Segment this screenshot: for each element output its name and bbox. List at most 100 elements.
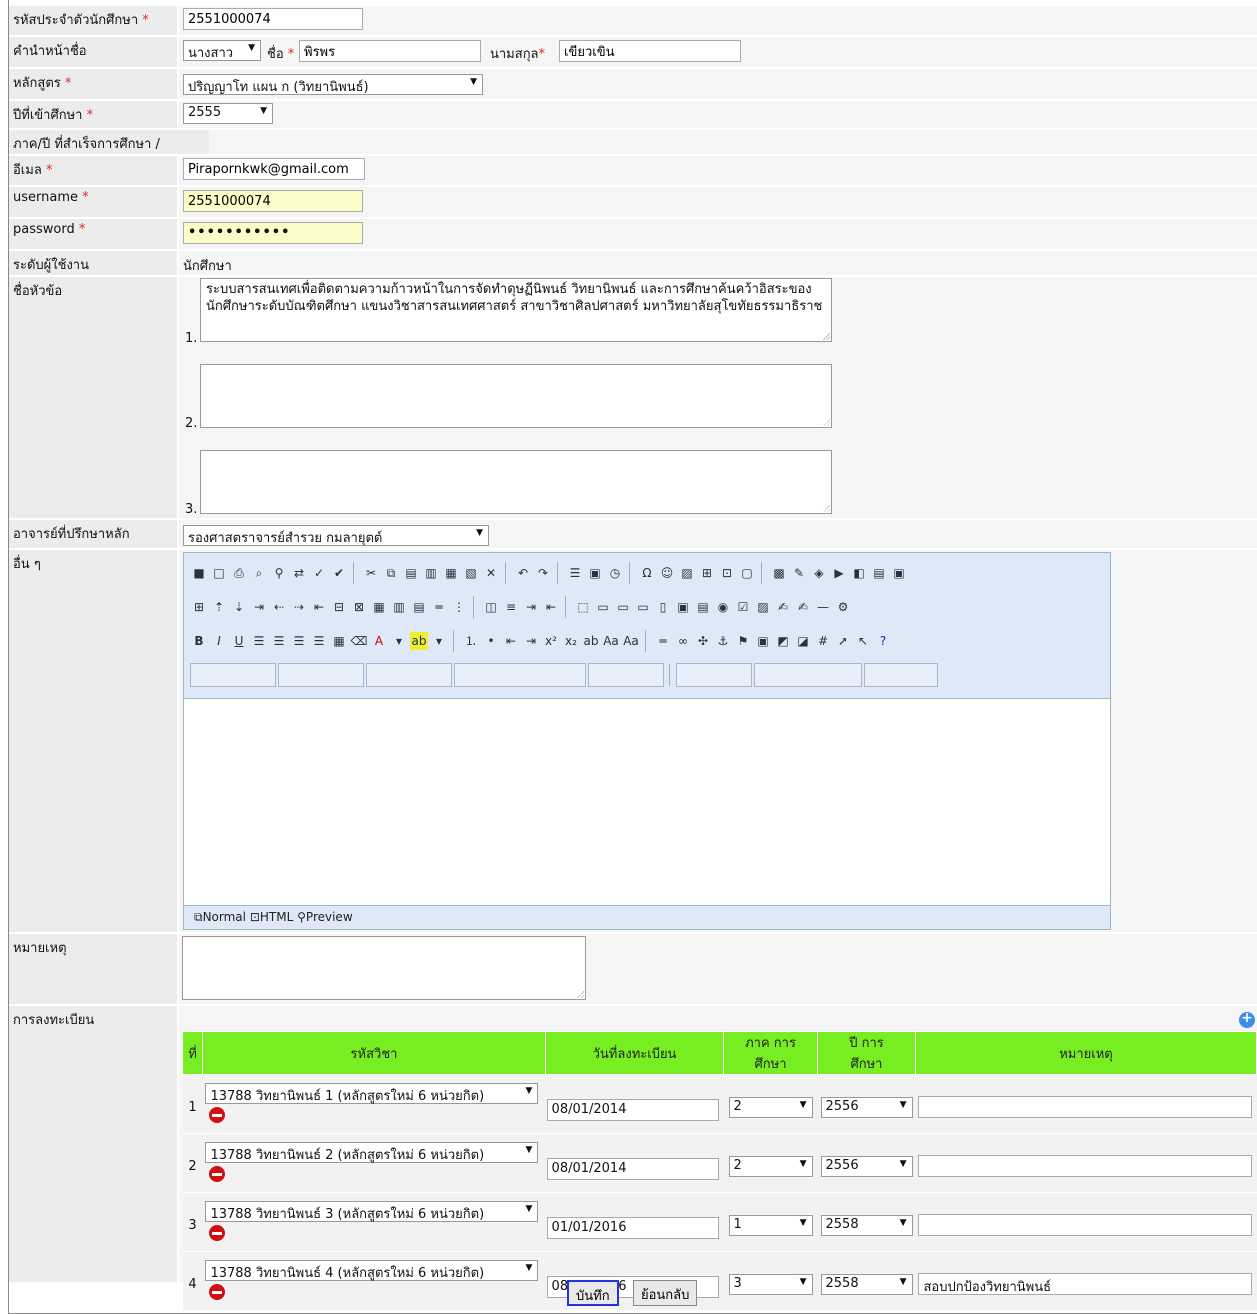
zoom-dropdown[interactable] xyxy=(588,663,664,687)
reg-note-input[interactable]: สอบปกป้องวิทยานิพนธ์ xyxy=(918,1273,1253,1295)
uppercase-icon[interactable]: Aa xyxy=(602,632,620,650)
rtl-icon[interactable]: ⇤ xyxy=(542,598,560,616)
delete-col-icon[interactable]: ⇤ xyxy=(310,598,328,616)
dropdown-7[interactable] xyxy=(754,663,862,687)
subscript-icon[interactable]: x₂ xyxy=(562,632,580,650)
remove-row-icon[interactable] xyxy=(209,1165,226,1182)
split-cells-icon[interactable]: ⊠ xyxy=(350,598,368,616)
normal-mode-tab[interactable]: ⧉Normal xyxy=(194,910,246,924)
redo-icon[interactable]: ↷ xyxy=(534,564,552,582)
highlight2-icon[interactable]: ✍ xyxy=(794,598,812,616)
youtube-icon[interactable]: ▣ xyxy=(890,564,908,582)
last-name-input[interactable] xyxy=(559,40,741,62)
note-textarea[interactable] xyxy=(182,936,586,1000)
resize-grip-icon[interactable] xyxy=(577,991,584,998)
prefix-select[interactable]: นางสาว ▼ xyxy=(183,40,261,61)
html-mode-tab[interactable]: ⊡HTML xyxy=(250,910,293,924)
course-select[interactable]: 13788 วิทยานิพนธ์ 1 (หลักสูตรใหม่ 6 หน่ว… xyxy=(205,1082,539,1104)
save-icon[interactable]: ■ xyxy=(190,564,208,582)
image-button-icon[interactable]: ▨ xyxy=(754,598,772,616)
merge-cells-icon[interactable]: ⊟ xyxy=(330,598,348,616)
special-char-icon[interactable]: Ω xyxy=(638,564,656,582)
form-icon[interactable]: ⬚ xyxy=(574,598,592,616)
time-icon[interactable]: ◷ xyxy=(606,564,624,582)
reg-note-input[interactable] xyxy=(918,1155,1253,1177)
preview-icon[interactable]: ⌕ xyxy=(250,564,268,582)
back-button[interactable]: ย้อนกลับ xyxy=(633,1280,698,1306)
input-icon[interactable]: ▭ xyxy=(594,598,612,616)
remove-row-icon[interactable] xyxy=(209,1283,226,1300)
reg-note-input[interactable] xyxy=(918,1214,1253,1236)
indent-icon[interactable]: ⇥ xyxy=(522,632,540,650)
paste-word-icon[interactable]: ▦ xyxy=(442,564,460,582)
year-select[interactable]: 2556 ▼ xyxy=(820,1096,913,1118)
paste-html-icon[interactable]: ▧ xyxy=(462,564,480,582)
chevron-down-icon[interactable]: ▾ xyxy=(430,632,448,650)
year-select[interactable]: 2556 ▼ xyxy=(820,1155,913,1177)
replace-icon[interactable]: ⇄ xyxy=(290,564,308,582)
print-icon[interactable]: ⎙ xyxy=(230,564,248,582)
reg-date-input[interactable]: 08/01/2014 xyxy=(546,1158,719,1180)
hidden-field-icon[interactable]: ▯ xyxy=(654,598,672,616)
spellcheck-icon[interactable]: ✔ xyxy=(330,564,348,582)
reg-note-input[interactable] xyxy=(918,1096,1253,1118)
paragraph-dropdown[interactable] xyxy=(190,663,276,687)
highlight-icon[interactable]: ✍ xyxy=(774,598,792,616)
year-select[interactable]: 2558 ▼ xyxy=(820,1273,913,1295)
delete-row-icon[interactable]: ⇥ xyxy=(250,598,268,616)
pointer-icon[interactable]: ↖ xyxy=(854,632,872,650)
find-icon[interactable]: ⚲ xyxy=(270,564,288,582)
line-icon[interactable]: — xyxy=(814,598,832,616)
clean-icon[interactable]: ✓ xyxy=(310,564,328,582)
ordered-list-icon[interactable]: ⒈ xyxy=(462,632,480,650)
underline-icon[interactable]: U xyxy=(230,632,248,650)
remove-row-icon[interactable] xyxy=(209,1224,226,1241)
unlink-icon[interactable]: ✣ xyxy=(694,632,712,650)
frame-icon[interactable]: ⊡ xyxy=(718,564,736,582)
textfield-icon[interactable]: ▭ xyxy=(614,598,632,616)
insert-image-icon[interactable]: ▩ xyxy=(770,564,788,582)
course-select[interactable]: 13788 วิทยานิพนธ์ 2 (หลักสูตรใหม่ 6 หน่ว… xyxy=(205,1141,539,1163)
send-back-icon[interactable]: ◪ xyxy=(794,632,812,650)
copy-icon[interactable]: ⧉ xyxy=(382,564,400,582)
link-icon[interactable]: ∞ xyxy=(674,632,692,650)
page-break-icon[interactable]: ⋮ xyxy=(450,598,468,616)
advisor-select[interactable]: รองศาสตราจารย์สำรวย กมลายุตต์ ▼ xyxy=(183,525,489,546)
topic-textarea-2[interactable] xyxy=(200,364,832,428)
add-row-icon[interactable] xyxy=(1239,1010,1255,1028)
term-select[interactable]: 3 ▼ xyxy=(728,1273,813,1295)
italic-icon[interactable]: I xyxy=(210,632,228,650)
edit-image-icon[interactable]: ✎ xyxy=(790,564,808,582)
superscript-icon[interactable]: x² xyxy=(542,632,560,650)
cell-props-icon[interactable]: ▤ xyxy=(410,598,428,616)
outdent-icon[interactable]: ⇤ xyxy=(502,632,520,650)
bullet-list-icon[interactable]: • xyxy=(482,632,500,650)
hr-line-icon[interactable]: ═ xyxy=(654,632,672,650)
flash-icon[interactable]: ◈ xyxy=(810,564,828,582)
term-select[interactable]: 2 ▼ xyxy=(728,1155,813,1177)
highlight-color-icon[interactable]: ab xyxy=(410,632,428,650)
paste-icon[interactable]: ▤ xyxy=(402,564,420,582)
radio-icon[interactable]: ◉ xyxy=(714,598,732,616)
align-right-icon[interactable]: ☰ xyxy=(290,632,308,650)
term-select[interactable]: 2 ▼ xyxy=(728,1096,813,1118)
undo-icon[interactable]: ↶ xyxy=(514,564,532,582)
anchor-icon[interactable]: ⚓ xyxy=(714,632,732,650)
delete-icon[interactable]: ✕ xyxy=(482,564,500,582)
email-input[interactable] xyxy=(183,158,365,180)
program-select[interactable]: ปริญญาโท แผน ก (วิทยานิพนธ์) ▼ xyxy=(183,74,483,95)
paste-text-icon[interactable]: ▥ xyxy=(422,564,440,582)
date-icon[interactable]: ▣ xyxy=(586,564,604,582)
bookmark-icon[interactable]: ⚑ xyxy=(734,632,752,650)
term-select[interactable]: 1 ▼ xyxy=(728,1214,813,1236)
align-center-icon[interactable]: ☰ xyxy=(270,632,288,650)
reg-date-input[interactable]: 08/01/2014 xyxy=(546,1099,719,1121)
lowercase-icon[interactable]: Aa xyxy=(622,632,640,650)
password-input[interactable]: ••••••••••• xyxy=(183,222,363,244)
insert-col-right-icon[interactable]: ⇢ xyxy=(290,598,308,616)
insert-row-above-icon[interactable]: ⇡ xyxy=(210,598,228,616)
chevron-down-icon[interactable]: ▾ xyxy=(390,632,408,650)
student-id-input[interactable] xyxy=(183,8,363,30)
topic-textarea-1[interactable]: ระบบสารสนเทศเพื่อติดตามความก้าวหน้าในการ… xyxy=(200,278,832,342)
help-icon[interactable]: ? xyxy=(874,632,892,650)
